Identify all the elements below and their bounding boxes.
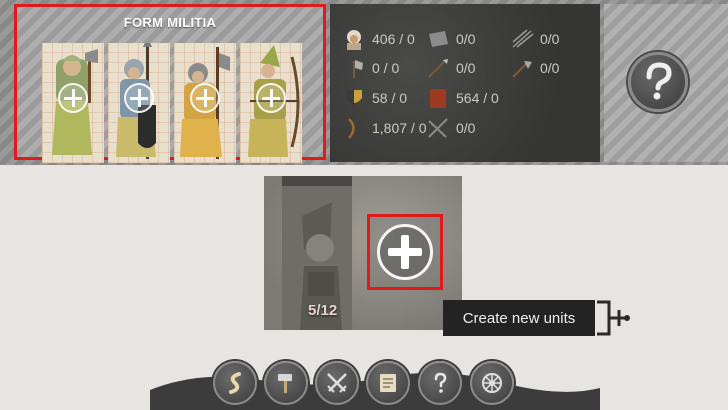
settings-button[interactable] [470,361,514,405]
militia-unit-spearman[interactable] [108,43,170,163]
top-panel: FORM MILITIA 406 / 0 0/0 0/0 0 / 0 0/0 0… [0,0,728,165]
bows-icon [512,29,534,48]
military-button[interactable] [315,361,359,405]
peasant-icon [347,30,361,50]
crossed-swords-icon [327,373,347,393]
unit-count: 5/12 [308,302,338,319]
help-button[interactable] [628,52,688,112]
add-halberdier-icon [190,83,220,113]
shield-icon [346,90,362,106]
resource-stone: 0/0 [426,28,475,50]
militia-unit-archer[interactable] [240,43,302,163]
resource-peasants: 406 / 0 [342,28,415,50]
help-icon [646,62,672,100]
resource-spears: 0/0 [426,57,475,79]
resource-bows: 0/0 [510,28,559,50]
form-militia-panel[interactable]: FORM MILITIA [14,4,326,163]
resource-axes: 0 / 0 [342,57,399,79]
axe-icon [353,60,363,78]
resource-halberds: 0/0 [510,57,559,79]
scroll-map-icon [380,374,396,392]
plus-icon[interactable] [377,224,433,280]
add-spearman-icon [124,83,154,113]
halberd-icon [512,60,532,78]
add-archer-icon [256,83,286,113]
add-axeman-icon [58,83,88,113]
help-panel [604,4,728,162]
militia-unit-halberdier[interactable] [174,43,236,163]
form-militia-title: FORM MILITIA [123,15,217,30]
road-icon [229,372,241,394]
spear-icon [428,59,448,78]
resource-shields: 58 / 0 [342,87,407,109]
help-bottom-button[interactable] [418,361,462,405]
create-units-highlight[interactable] [367,214,443,290]
arrows-icon [348,118,355,139]
map-button[interactable] [366,361,410,405]
road-button[interactable] [213,361,257,405]
create-units-tooltip: Create new units [443,300,595,336]
scroll-ornament-icon [597,300,630,336]
settings-wheel-icon [482,373,502,393]
resource-arrows: 1,807 / 0 [342,117,427,139]
tower-shield-icon [430,89,446,108]
build-button[interactable] [264,361,308,405]
resource-crossbows: 0/0 [426,117,475,139]
crossbow-icon [428,118,448,138]
weapons-resources-panel: 406 / 0 0/0 0/0 0 / 0 0/0 0/0 58 / 0 564… [330,4,600,162]
stone-icon [429,31,448,47]
resource-tower-shields: 564 / 0 [426,87,499,109]
militia-unit-axeman[interactable] [42,43,104,163]
hammer-icon [278,374,292,393]
help-icon [434,372,447,393]
